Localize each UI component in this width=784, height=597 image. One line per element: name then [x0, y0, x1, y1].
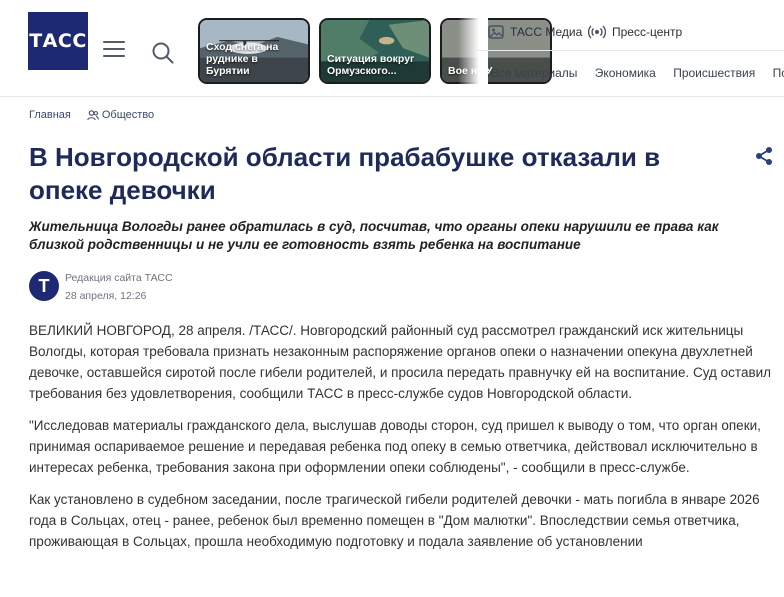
share-icon[interactable]	[753, 145, 775, 167]
article-lead: Жительница Вологды ранее обратилась в су…	[29, 219, 719, 252]
stories-fade	[458, 14, 488, 88]
article-body: ВЕЛИКИЙ НОВГОРОД, 28 апреля. /ТАСС/. Нов…	[29, 320, 781, 563]
paragraph: "Исследовав материалы гражданского дела,…	[29, 418, 761, 475]
paragraph: ВЕЛИКИЙ НОВГОРОД, 28 апреля. /ТАСС/. Нов…	[29, 323, 772, 401]
nav-politics[interactable]: Поли	[773, 66, 784, 80]
site-header: ТАСС Сход снега на руднике в Бурятии Сит…	[0, 0, 784, 97]
nav-incidents[interactable]: Происшествия	[673, 66, 755, 80]
nav-economy[interactable]: Экономика	[595, 66, 656, 80]
breadcrumb: Главная Общество	[29, 109, 154, 121]
breadcrumb-section[interactable]: Общество	[102, 109, 154, 121]
image-icon	[488, 25, 504, 39]
author-avatar[interactable]: Т	[29, 271, 59, 301]
tass-media-label: ТАСС Медиа	[510, 25, 583, 39]
paragraph: Как установлено в судебном заседании, по…	[29, 492, 760, 549]
story-caption: Сход снега на руднике в Бурятии	[206, 41, 279, 77]
people-icon	[87, 109, 99, 120]
tass-media-link[interactable]: ТАСС Медиа	[488, 25, 582, 39]
publish-date: 28 апреля, 12:26	[65, 290, 147, 302]
header-divider	[477, 50, 784, 51]
tass-logo[interactable]: ТАСС	[28, 12, 88, 70]
nav-all-materials[interactable]: Все материалы	[491, 66, 577, 80]
search-icon[interactable]	[151, 41, 175, 65]
menu-icon[interactable]	[103, 41, 125, 57]
breadcrumb-home[interactable]: Главная	[29, 109, 71, 121]
press-center-label: Пресс-центр	[612, 25, 683, 39]
story-card-hormuz[interactable]: Ситуация вокруг Ормузского...	[319, 18, 431, 84]
section-nav: Все материалы Экономика Происшествия Пол…	[491, 66, 784, 80]
story-caption: Ситуация вокруг Ормузского...	[327, 53, 415, 77]
author-name[interactable]: Редакция сайта ТАСС	[65, 272, 173, 284]
article-title: В Новгородской области прабабушке отказа…	[29, 142, 661, 205]
story-card-buryatia[interactable]: Сход снега на руднике в Бурятии	[198, 18, 310, 84]
press-center-link[interactable]: Пресс-центр	[588, 25, 682, 39]
broadcast-icon	[588, 25, 606, 39]
